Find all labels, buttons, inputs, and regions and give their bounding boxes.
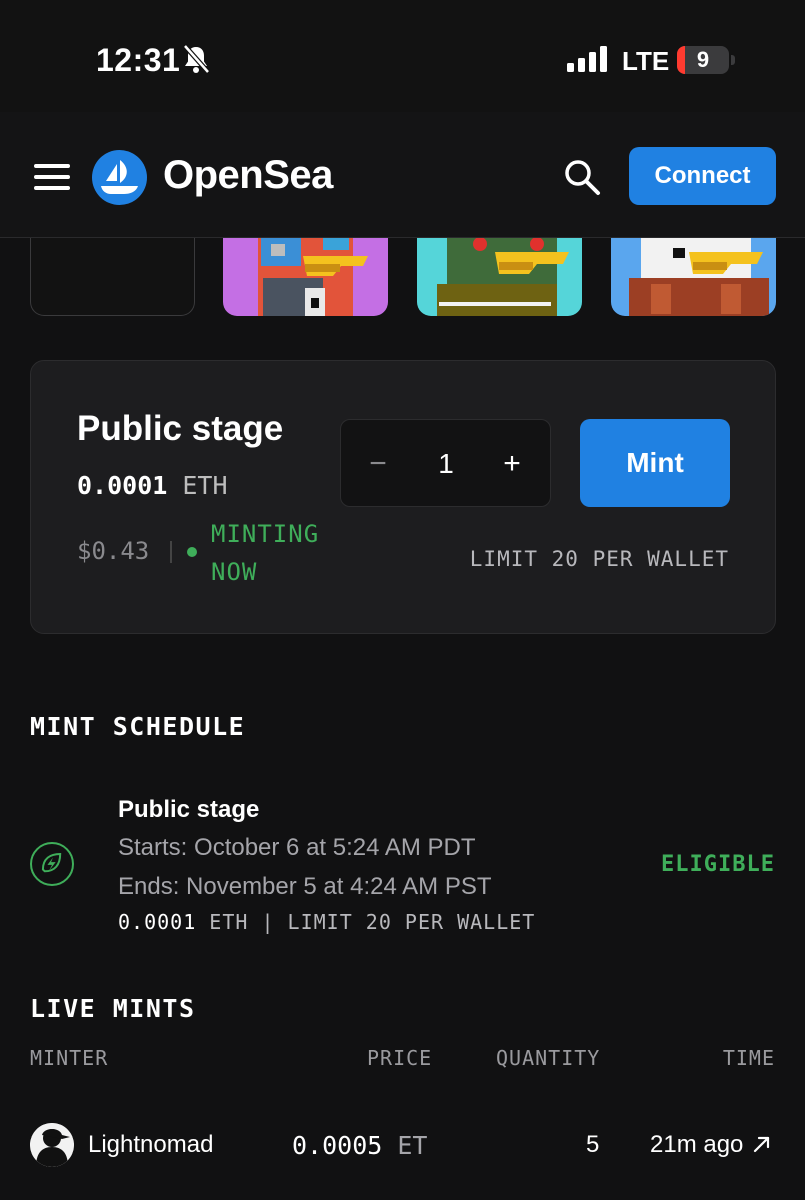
schedule-start: Starts: October 6 at 5:24 AM PDT (118, 834, 476, 861)
clock: 12:31 (96, 42, 181, 78)
brand-name[interactable]: OpenSea (163, 153, 333, 198)
status-bar: 12:31 LTE 9 (0, 0, 805, 112)
schedule-price-value: 0.0001 (118, 910, 197, 934)
sailboat-icon (101, 160, 138, 194)
eligibility-status: ELIGIBLE (661, 852, 775, 877)
mint-price-currency: ET (397, 1131, 428, 1160)
wallet-limit: LIMIT 20 PER WALLET (469, 547, 729, 571)
minting-status: MINTING NOW (211, 520, 320, 586)
schedule-price-limit: 0.0001 ETH | LIMIT 20 PER WALLET (118, 910, 535, 934)
stage-price-currency: ETH (182, 471, 228, 500)
column-header-quantity: QUANTITY (496, 1046, 601, 1070)
minter-name[interactable]: Lightnomad (88, 1131, 213, 1159)
nft-thumbnail[interactable] (611, 238, 776, 316)
live-mints-heading: LIVE MINTS (30, 994, 196, 1023)
battery-level: 9 (696, 47, 710, 72)
nft-thumbnail[interactable] (223, 238, 388, 316)
arrow-up-right-icon[interactable] (752, 1134, 772, 1154)
mint-button[interactable]: Mint (580, 419, 730, 507)
stage-price-value: 0.0001 (77, 471, 168, 500)
stage-title: Public stage (77, 409, 284, 448)
column-header-minter: MINTER (30, 1046, 109, 1070)
connect-button[interactable]: Connect (629, 147, 776, 205)
schedule-stage-title: Public stage (118, 796, 260, 823)
cellular-signal-icon (567, 46, 607, 72)
avatar[interactable] (30, 1123, 74, 1167)
increase-quantity-button[interactable]: + (497, 444, 527, 484)
network-type: LTE (622, 46, 670, 76)
public-stage-card: Public stage 0.0001 ETH $0.43 MINTING NO… (30, 360, 776, 634)
search-icon[interactable] (563, 158, 601, 196)
column-header-price: PRICE (367, 1046, 433, 1070)
column-header-time: TIME (722, 1046, 775, 1070)
lightning-leaf-icon (30, 842, 74, 886)
mint-price-value: 0.0005 (292, 1131, 383, 1160)
nft-thumbnail[interactable] (417, 238, 582, 316)
mint-schedule-heading: MINT SCHEDULE (30, 712, 246, 741)
live-status-dot (187, 547, 197, 557)
mint-quantity: 5 (586, 1131, 600, 1158)
quantity-stepper: − 1 + (340, 419, 551, 507)
decrease-quantity-button[interactable]: − (363, 444, 393, 484)
mint-time[interactable]: 21m ago (650, 1131, 743, 1159)
opensea-logo[interactable] (92, 150, 147, 205)
battery-icon: 9 (677, 46, 735, 74)
top-nav: OpenSea Connect (0, 112, 805, 238)
hamburger-menu-icon[interactable] (34, 164, 70, 190)
schedule-meta-rest: ETH | LIMIT 20 PER WALLET (196, 910, 536, 934)
mint-price: 0.0005 ET (292, 1131, 427, 1160)
schedule-end: Ends: November 5 at 4:24 AM PST (118, 873, 492, 900)
thumbnail-placeholder[interactable] (30, 238, 195, 316)
quantity-value[interactable]: 1 (421, 444, 471, 484)
divider (170, 541, 172, 563)
bell-slash-icon (183, 44, 210, 74)
stage-price: 0.0001 ETH (77, 471, 228, 500)
collection-thumbnails (0, 238, 805, 318)
stage-price-usd: $0.43 (77, 537, 150, 565)
